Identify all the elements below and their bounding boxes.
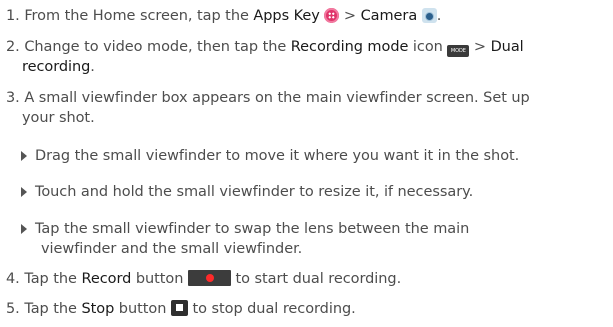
recording-mode-icon: MODE	[447, 45, 470, 57]
step-4-number: 4.	[6, 271, 20, 287]
step-2-continuation: recording.	[22, 57, 95, 77]
sub-bullet-1: Drag the small viewfinder to move it whe…	[21, 146, 519, 166]
step-4: 4. Tap the Record button to start dual r…	[6, 269, 401, 289]
step-3-continuation: your shot.	[22, 108, 95, 128]
camera-label: Camera	[360, 8, 418, 24]
step-1-text: From the Home screen, tap the	[24, 8, 254, 24]
stop-label: Stop	[81, 301, 115, 317]
step-5-button-word: button	[114, 301, 171, 317]
step-4-tail: to start dual recording.	[230, 271, 402, 287]
step-2-icon-word: icon	[408, 39, 448, 55]
step-1-number: 1.	[6, 8, 20, 24]
step-3-line-1: A small viewfinder box appears on the ma…	[24, 90, 530, 106]
sub-bullet-3-line-2: viewfinder and the small viewfinder.	[41, 241, 303, 257]
step-2-number: 2.	[6, 39, 20, 55]
recording-label: recording	[22, 59, 91, 75]
step-5: 5. Tap the Stop button to stop dual reco…	[6, 299, 356, 319]
sub-bullet-1-text: Drag the small viewfinder to move it whe…	[35, 148, 520, 164]
step-5-tail: to stop dual recording.	[187, 301, 356, 317]
step-1-separator: >	[339, 8, 361, 24]
apps-key-label: Apps Key	[253, 8, 320, 24]
instructions-document: 1. From the Home screen, tap the Apps Ke…	[0, 0, 613, 327]
recording-mode-label: Recording mode	[290, 39, 409, 55]
apps-key-icon	[324, 8, 340, 23]
step-3: 3. A small viewfinder box appears on the…	[6, 88, 530, 108]
step-4-text: Tap the	[24, 271, 82, 287]
step-1-period: .	[436, 8, 442, 24]
bullet-arrow-icon	[21, 187, 27, 197]
dual-label: Dual	[490, 39, 524, 55]
sub-bullet-2: Touch and hold the small viewfinder to r…	[21, 182, 473, 202]
record-button-icon	[187, 270, 231, 286]
step-1: 1. From the Home screen, tap the Apps Ke…	[6, 6, 441, 26]
step-3-number: 3.	[6, 90, 20, 106]
bullet-arrow-icon	[21, 151, 27, 161]
step-5-number: 5.	[6, 301, 20, 317]
sub-bullet-3-continuation: viewfinder and the small viewfinder.	[41, 239, 302, 259]
step-3-line-2: your shot.	[22, 110, 95, 126]
sub-bullet-3: Tap the small viewfinder to swap the len…	[21, 219, 469, 239]
step-2-period: .	[90, 59, 95, 75]
bullet-arrow-icon	[21, 224, 27, 234]
step-4-button-word: button	[131, 271, 188, 287]
sub-bullet-2-text: Touch and hold the small viewfinder to r…	[35, 184, 474, 200]
camera-icon	[421, 8, 437, 23]
step-2-text: Change to video mode, then tap the	[24, 39, 291, 55]
step-5-text: Tap the	[24, 301, 82, 317]
stop-button-icon	[170, 300, 188, 316]
record-label: Record	[81, 271, 132, 287]
sub-bullet-3-text: Tap the small viewfinder to swap the len…	[35, 221, 470, 237]
step-2: 2. Change to video mode, then tap the Re…	[6, 37, 524, 57]
step-2-separator: >	[469, 39, 491, 55]
